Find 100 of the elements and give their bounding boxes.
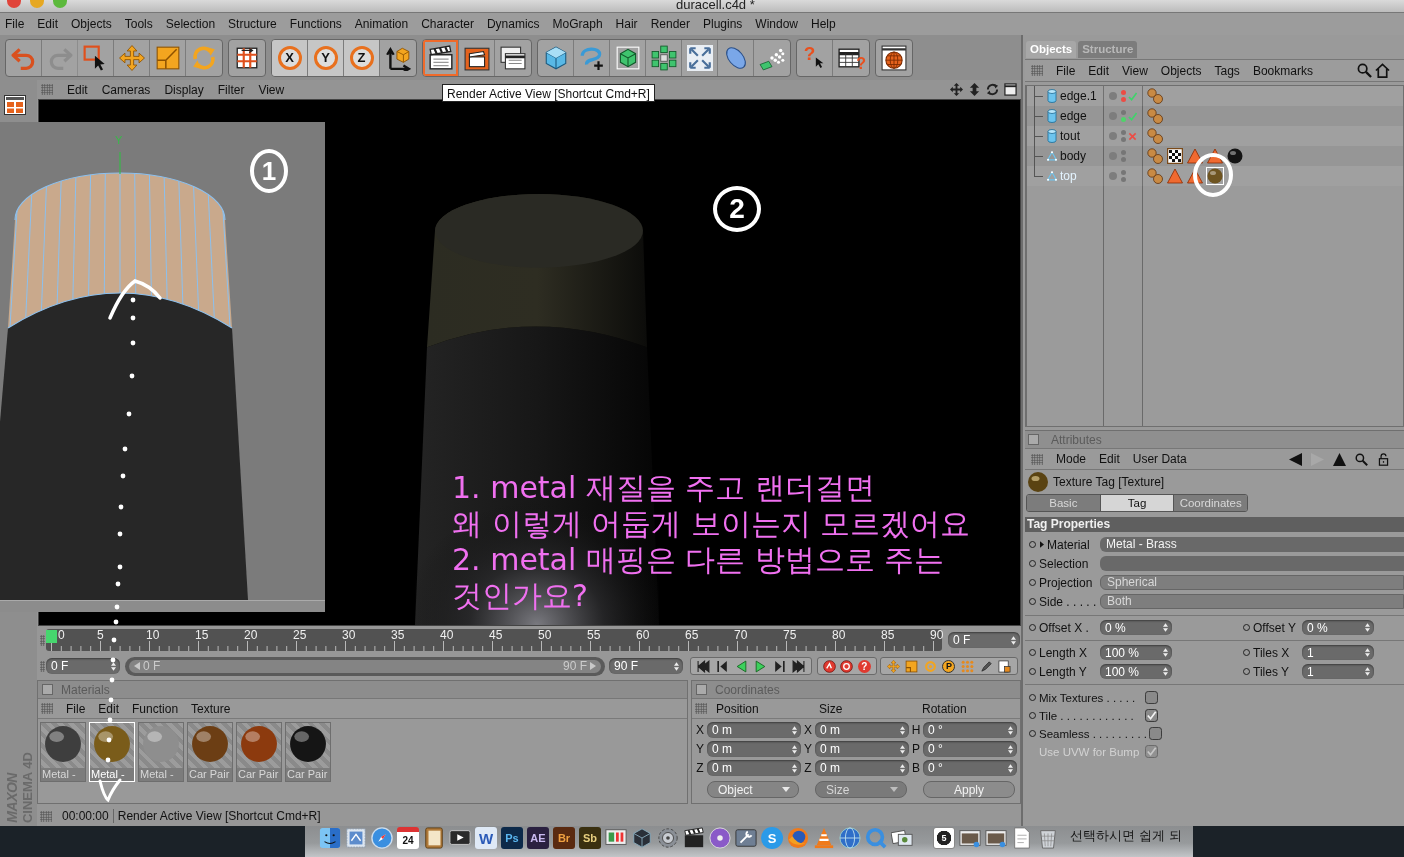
menu-item[interactable]: MoGraph [552, 17, 603, 31]
end-frame-field[interactable]: 90 F [609, 658, 683, 674]
spinner-arrows-icon[interactable] [792, 725, 797, 735]
cube-outline-icon[interactable] [631, 827, 653, 849]
size-field[interactable]: 0 m [815, 741, 909, 757]
dot-grid-icon[interactable] [961, 659, 975, 673]
menu-item[interactable]: Edit [37, 17, 59, 31]
number-field[interactable]: 0 % [1100, 620, 1172, 635]
menu-item[interactable]: Help [811, 17, 836, 31]
number-field[interactable]: 100 % [1100, 645, 1172, 660]
spinner-arrows-icon[interactable] [1163, 623, 1168, 632]
balls-tag-icon[interactable] [1147, 88, 1163, 104]
render-view-button[interactable] [423, 39, 459, 76]
panel-toggle-icon[interactable] [42, 684, 53, 695]
spinner-arrows-icon[interactable] [900, 725, 905, 735]
grip-icon[interactable] [40, 810, 52, 822]
number-field[interactable]: 100 % [1100, 664, 1172, 679]
skip-end-icon[interactable] [792, 659, 805, 673]
menu-item[interactable]: Function [132, 701, 179, 716]
spinner-arrows-icon[interactable] [1163, 667, 1168, 676]
number-field[interactable]: 1 [1302, 664, 1374, 679]
mode-dropdown[interactable]: Object [707, 781, 799, 798]
spinner-arrows-icon[interactable] [1365, 623, 1370, 632]
object-name[interactable]: edge [1060, 109, 1087, 123]
search-icon[interactable] [1355, 452, 1368, 466]
menu-item[interactable]: View [258, 82, 285, 97]
menu-item[interactable]: Dynamics [486, 17, 540, 31]
material-link-field[interactable]: Metal - Brass [1100, 537, 1404, 552]
spinner-arrows-icon[interactable] [674, 661, 679, 671]
face-tile-icon[interactable] [319, 827, 341, 849]
grip-icon[interactable] [695, 703, 707, 714]
visibility-dot-icon[interactable] [1121, 130, 1126, 135]
sphere-tag-icon[interactable] [1227, 148, 1243, 164]
close-button[interactable] [7, 0, 21, 8]
menu-item[interactable]: Plugins [703, 17, 743, 31]
grip-icon[interactable] [1031, 453, 1043, 465]
disc-icon[interactable] [709, 827, 731, 849]
rotation-field[interactable]: 0 ° [923, 741, 1017, 757]
skip-start-icon[interactable] [697, 659, 710, 673]
right-arrow-icon[interactable] [590, 662, 596, 670]
menu-item[interactable]: Edit [67, 82, 88, 97]
gear-icon[interactable] [657, 827, 679, 849]
window-icon[interactable] [985, 827, 1007, 849]
photos-icon[interactable] [891, 827, 913, 849]
scale-square-icon[interactable] [905, 659, 919, 673]
menu-item[interactable]: Texture [191, 701, 231, 716]
rotate-view-icon[interactable] [986, 83, 999, 96]
balls-tag-icon[interactable] [1147, 108, 1163, 124]
lock-icon[interactable] [1377, 452, 1390, 466]
move-view-icon[interactable] [950, 83, 963, 96]
globe-icon[interactable] [839, 827, 861, 849]
document-icon[interactable] [998, 659, 1012, 673]
parameter-key-button[interactable]: P [942, 659, 956, 673]
wrench-icon[interactable] [735, 827, 757, 849]
dot-icon[interactable] [1109, 132, 1117, 140]
menu-item[interactable]: View [1122, 63, 1148, 78]
menu-item[interactable]: File [5, 17, 25, 31]
visibility-dot-icon[interactable] [1121, 170, 1126, 175]
menu-item[interactable]: Edit [1099, 452, 1120, 466]
up-arrow-icon[interactable] [1333, 452, 1346, 466]
spinner-arrows-icon[interactable] [1011, 635, 1016, 645]
object-name[interactable]: edge.1 [1060, 89, 1097, 103]
menu-item[interactable]: Render [650, 17, 690, 31]
visibility-dot-icon[interactable] [1121, 97, 1126, 102]
spinner-arrows-icon[interactable] [900, 744, 905, 754]
dot-icon[interactable] [1109, 112, 1117, 120]
panel-toggle-icon[interactable] [1028, 434, 1039, 445]
axis-lock-button[interactable]: Y [308, 39, 344, 76]
checkbox[interactable] [1145, 691, 1158, 704]
visibility-dot-icon[interactable] [1121, 157, 1126, 162]
visibility-dot-icon[interactable] [1121, 90, 1126, 95]
layout-grid-icon[interactable] [4, 95, 26, 115]
object-name[interactable]: tout [1060, 129, 1080, 143]
spinner-arrows-icon[interactable] [111, 661, 116, 671]
visibility-dot-icon[interactable] [1121, 110, 1126, 115]
maximize-icon[interactable] [1004, 83, 1017, 96]
menu-item[interactable]: Character [421, 17, 474, 31]
dock-item[interactable]: Sb [579, 827, 601, 849]
triangle-tag-icon[interactable] [1207, 148, 1223, 164]
menu-item[interactable]: Mode [1056, 452, 1087, 466]
dock-item[interactable]: Br [553, 827, 575, 849]
start-frame-field[interactable]: 0 F [46, 658, 120, 674]
visibility-dot-icon[interactable] [1121, 177, 1126, 182]
cone-icon[interactable] [813, 827, 835, 849]
current-frame-field[interactable]: 0 F [948, 632, 1020, 648]
position-field[interactable]: 0 m [707, 722, 801, 738]
document-icon[interactable] [1011, 827, 1033, 849]
size-field[interactable]: 0 m [815, 722, 909, 738]
menu-item[interactable]: Objects [71, 17, 112, 31]
menu-item[interactable]: User Data [1132, 452, 1187, 466]
spinner-arrows-icon[interactable] [1163, 648, 1168, 657]
attribute-tab[interactable]: Tag [1100, 495, 1175, 511]
stamp-icon[interactable] [345, 827, 367, 849]
menu-item[interactable]: Display [164, 82, 204, 97]
grip-icon[interactable] [41, 84, 53, 95]
menu-item[interactable]: Window [755, 17, 799, 31]
spinner-arrows-icon[interactable] [1365, 667, 1370, 676]
clapperboard-icon[interactable] [683, 827, 705, 849]
book-icon[interactable] [423, 827, 445, 849]
dock-item[interactable]: 24 [397, 827, 419, 849]
